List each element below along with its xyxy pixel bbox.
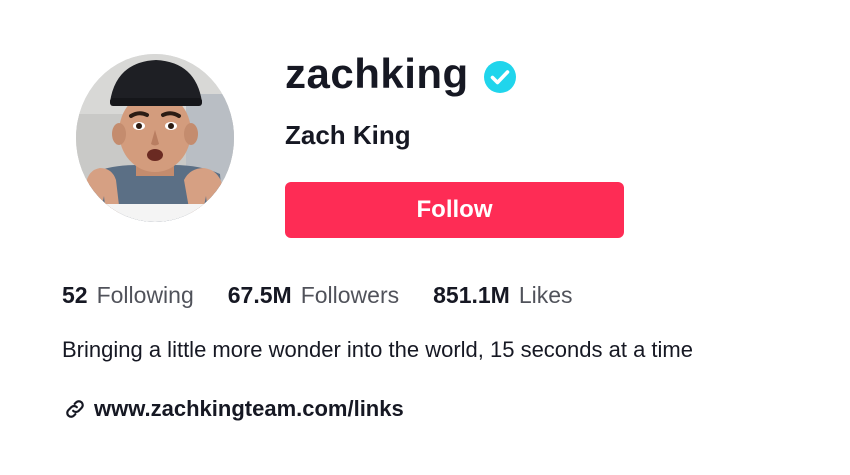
verified-badge-icon xyxy=(483,60,517,94)
avatar-image xyxy=(76,54,234,222)
profile-link-text: www.zachkingteam.com/links xyxy=(94,396,404,421)
username-row: zachking xyxy=(285,46,517,102)
link-icon xyxy=(64,398,86,420)
profile-stats: 52 Following 67.5M Followers 851.1M Like… xyxy=(62,278,607,312)
follow-button[interactable]: Follow xyxy=(285,182,624,238)
profile-link[interactable]: www.zachkingteam.com/links xyxy=(64,392,404,426)
display-name: Zach King xyxy=(285,120,411,150)
stat-likes-label: Likes xyxy=(518,282,573,308)
stat-followers-label: Followers xyxy=(300,282,400,308)
stat-likes: 851.1M Likes xyxy=(433,278,572,312)
stat-following-count: 52 xyxy=(62,282,88,308)
stat-likes-count: 851.1M xyxy=(433,282,510,308)
profile-header: zachking Zach King Follow 52 Following 6… xyxy=(0,0,850,475)
stat-following[interactable]: 52 Following xyxy=(62,278,194,312)
stat-followers[interactable]: 67.5M Followers xyxy=(228,278,399,312)
stat-followers-count: 67.5M xyxy=(227,282,292,308)
profile-bio: Bringing a little more wonder into the w… xyxy=(62,337,693,362)
username: zachking xyxy=(285,50,469,97)
avatar[interactable] xyxy=(76,54,234,222)
stat-following-label: Following xyxy=(96,282,194,308)
